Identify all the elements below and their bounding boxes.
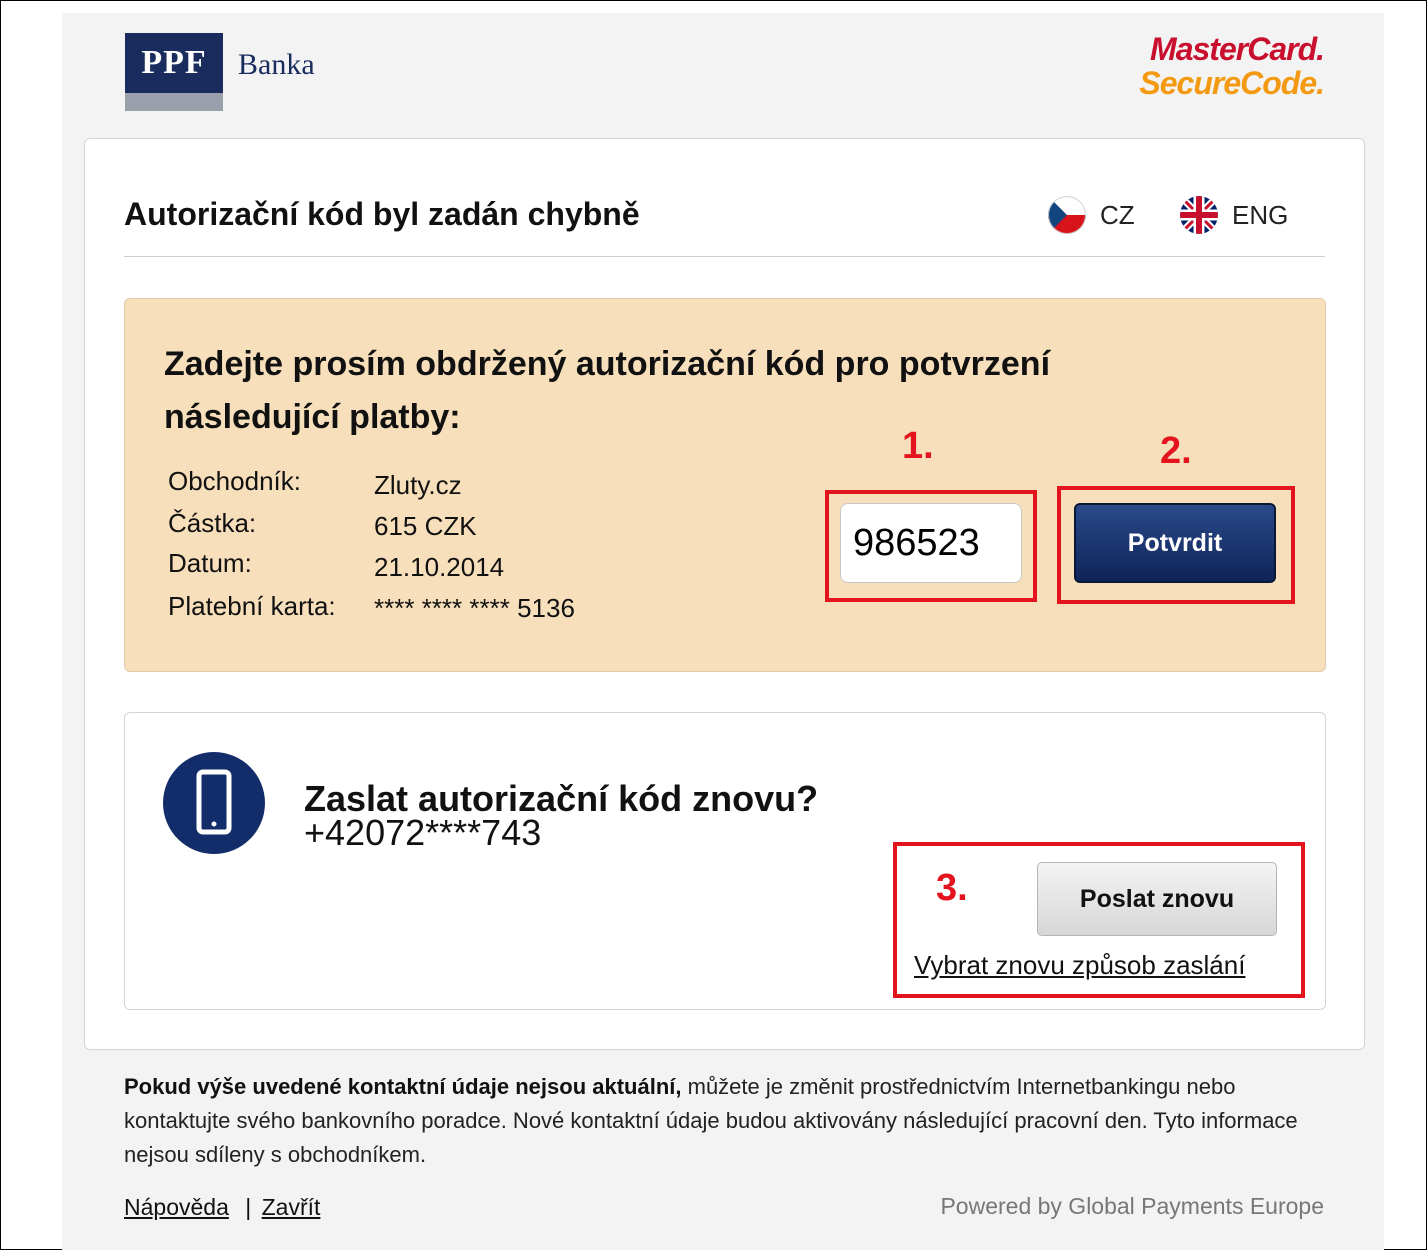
card-label: Platební karta: xyxy=(168,591,336,621)
step-2-highlight-box xyxy=(1057,486,1295,604)
uk-flag-icon xyxy=(1180,196,1218,234)
heading-divider xyxy=(124,256,1325,257)
payment-instruction: Zadejte prosím obdržený autorizační kód … xyxy=(164,345,1051,436)
powered-by-text: Powered by Global Payments Europe xyxy=(940,1193,1324,1219)
bank-logo-word: Banka xyxy=(238,48,315,81)
step-1-marker: 1. xyxy=(902,425,934,467)
ppf-banka-logo: PPF xyxy=(125,33,223,111)
step-2-marker: 2. xyxy=(1160,430,1192,472)
language-eng-label: ENG xyxy=(1232,199,1289,230)
card-value: **** **** **** 5136 xyxy=(374,593,575,623)
mastercard-securecode-logo: MasterCard. SecureCode. xyxy=(1139,31,1325,101)
mobile-phone-icon xyxy=(163,752,265,854)
czech-flag-icon xyxy=(1048,196,1086,234)
language-cz[interactable]: CZ xyxy=(1048,196,1135,234)
date-value: 21.10.2014 xyxy=(374,552,505,582)
masked-phone-number: +42072****743 xyxy=(304,812,542,853)
merchant-value: Zluty.cz xyxy=(374,470,462,500)
footer-notice-bold: Pokud výše uvedené kontaktní údaje nejso… xyxy=(124,1074,682,1099)
ppf-logo-box: PPF xyxy=(125,33,223,93)
amount-value: 615 CZK xyxy=(374,511,477,541)
language-eng[interactable]: ENG xyxy=(1180,196,1288,234)
mc-logo-line2: SecureCode. xyxy=(1139,65,1325,101)
choose-delivery-method-link[interactable]: Vybrat znovu způsob zaslání xyxy=(914,950,1245,981)
amount-label: Částka: xyxy=(168,508,257,538)
step-1-highlight-box xyxy=(825,490,1037,602)
resend-button[interactable]: Poslat znovu xyxy=(1037,862,1277,936)
footer-links: Nápověda | Zavřít xyxy=(124,1194,320,1221)
close-link[interactable]: Zavřít xyxy=(262,1194,321,1220)
footer-separator: | xyxy=(245,1194,252,1220)
mc-logo-line1: MasterCard. xyxy=(1150,31,1325,67)
help-link[interactable]: Nápověda xyxy=(124,1194,229,1220)
ppf-logo-bar xyxy=(125,93,223,111)
page-title: Autorizační kód byl zadán chybně xyxy=(124,196,640,232)
language-cz-label: CZ xyxy=(1100,199,1135,230)
footer-notice: Pokud výše uvedené kontaktní údaje nejso… xyxy=(124,1070,1334,1172)
date-label: Datum: xyxy=(168,548,252,578)
merchant-label: Obchodník: xyxy=(168,466,301,496)
